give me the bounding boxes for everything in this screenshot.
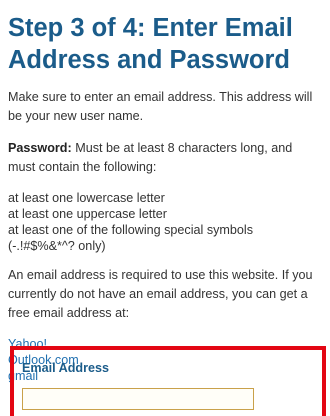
email-address-input[interactable] — [22, 388, 254, 410]
rule-special-symbols: at least one of the following special sy… — [8, 223, 254, 253]
password-label: Password: — [8, 141, 72, 155]
intro-text: Make sure to enter an email address. Thi… — [8, 90, 313, 123]
email-address-label: Email Address — [22, 361, 110, 375]
email-field-highlight: Email Address — [10, 346, 326, 416]
rule-uppercase: at least one uppercase letter — [8, 207, 167, 221]
page-title: Step 3 of 4: Enter Email Address and Pas… — [8, 14, 293, 74]
password-rules-list: at least one lowercase letter at least o… — [8, 190, 320, 254]
email-required-note: An email address is required to use this… — [8, 268, 313, 320]
registration-page: Step 3 of 4: Enter Email Address and Pas… — [0, 0, 330, 416]
rule-lowercase: at least one lowercase letter — [8, 191, 165, 205]
password-requirements: Password: Must be at least 8 characters … — [8, 139, 320, 177]
